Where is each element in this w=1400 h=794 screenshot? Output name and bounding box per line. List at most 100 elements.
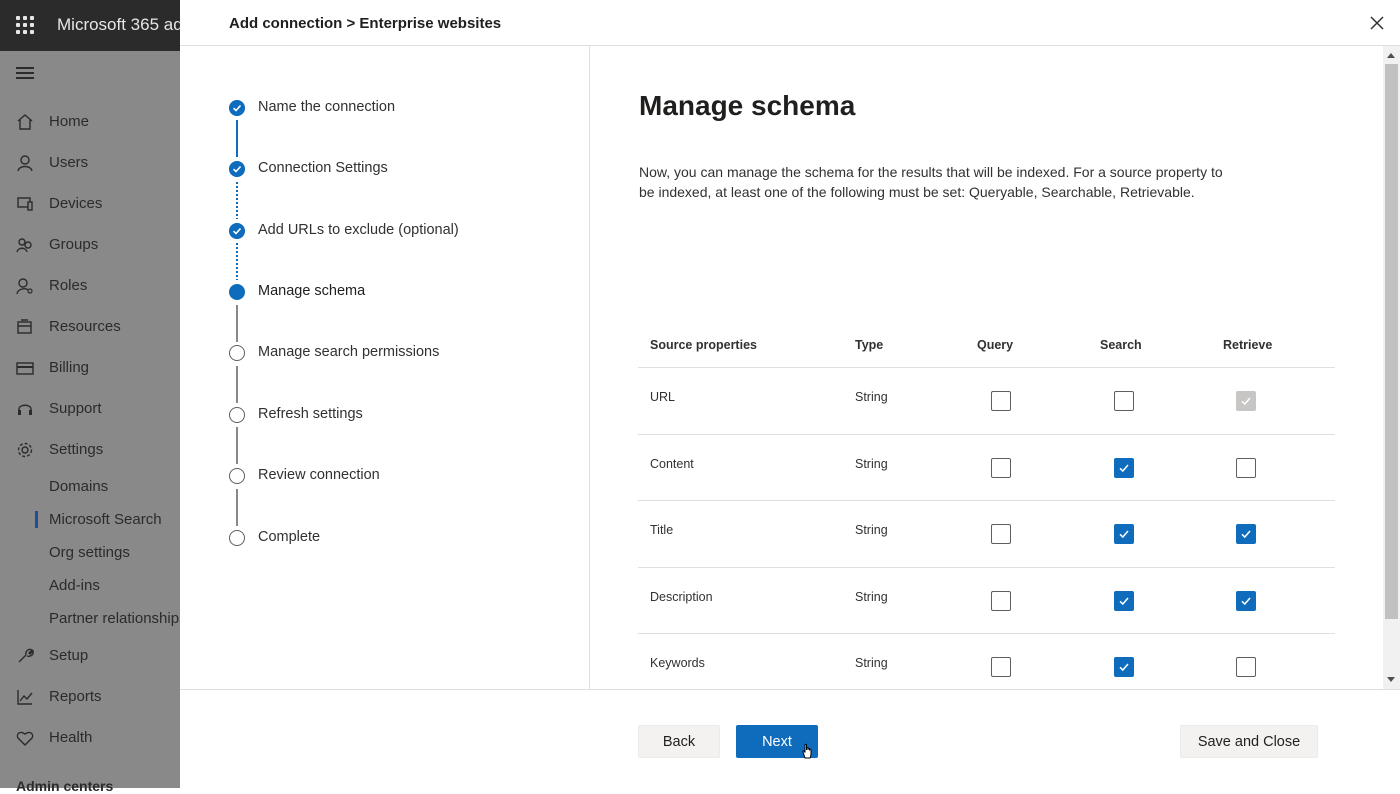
query-checkbox[interactable] [991, 457, 1011, 478]
wrench-icon [18, 648, 34, 662]
schema-table: Source properties Type Query Search Retr… [638, 326, 1335, 689]
schema-description: Now, you can manage the schema for the r… [639, 164, 1223, 200]
current-step-dot-icon [229, 284, 245, 300]
nav-item-devices[interactable]: Devices [0, 183, 180, 224]
retrieve-checkbox[interactable] [1236, 457, 1256, 478]
resources-icon [17, 318, 32, 334]
scroll-up-arrow-icon[interactable] [1387, 53, 1395, 58]
type-cell: String [855, 523, 888, 537]
table-row: Description String [638, 568, 1335, 634]
search-checkbox[interactable] [1114, 524, 1134, 544]
back-button[interactable]: Back [638, 725, 720, 758]
wizard-steps: Name the connection Connection Settings … [180, 46, 590, 689]
step-connector [236, 120, 238, 157]
nav-item-groups[interactable]: Groups [0, 224, 180, 265]
breadcrumb: Add connection > Enterprise websites [229, 15, 502, 32]
headset-icon [18, 404, 32, 415]
step-connector [236, 366, 238, 403]
step-label: Complete [258, 529, 321, 545]
nav-item-health[interactable]: Health [0, 717, 180, 758]
search-checkbox[interactable] [1114, 391, 1134, 411]
checkmark-circle-icon [229, 100, 245, 116]
nav-item-settings[interactable]: Settings [0, 429, 180, 470]
devices-icon [17, 196, 33, 211]
step-label: Name the connection [258, 99, 396, 115]
step-connector [236, 427, 238, 464]
save-and-close-button[interactable]: Save and Close [1180, 725, 1318, 758]
nav-item-roles[interactable]: Roles [0, 265, 180, 306]
groups-icon [16, 237, 32, 252]
nav-label: Groups [49, 236, 99, 253]
nav-label: Support [49, 400, 102, 417]
source-property-cell: Description [650, 589, 713, 604]
chart-icon [17, 689, 33, 705]
nav-label: Home [49, 113, 90, 130]
menu-icon[interactable] [16, 67, 34, 82]
nav-label: Microsoft Search [49, 511, 162, 528]
vertical-scrollbar[interactable] [1383, 46, 1400, 689]
nav-subitem-org-settings[interactable]: Org settings [0, 536, 180, 569]
source-property-cell: Content [650, 456, 694, 471]
nav-item-billing[interactable]: Billing [0, 347, 180, 388]
nav-subitem-partner-relationships[interactable]: Partner relationships [0, 602, 180, 635]
empty-circle-icon [229, 407, 245, 423]
nav-label: Settings [49, 441, 104, 458]
scroll-down-arrow-icon[interactable] [1387, 677, 1395, 682]
nav-item-resources[interactable]: Resources [0, 306, 180, 347]
nav-item-home[interactable]: Home [0, 101, 180, 142]
table-row: Content String [638, 435, 1335, 501]
nav-subitem-add-ins[interactable]: Add-ins [0, 569, 180, 602]
checkmark-circle-icon [229, 223, 245, 239]
user-icon [17, 154, 33, 171]
retrieve-checkbox[interactable] [1236, 590, 1256, 611]
nav-item-reports[interactable]: Reports [0, 676, 180, 717]
nav-item-users[interactable]: Users [0, 142, 180, 183]
table-row: URL String [638, 368, 1335, 435]
retrieve-checkbox[interactable] [1236, 524, 1256, 544]
nav-label: Resources [49, 318, 121, 335]
nav-list: Home Users Devices Groups Roles Resource… [0, 101, 180, 758]
billing-icon [16, 361, 34, 375]
nav-label: Billing [49, 359, 90, 376]
column-header-query: Query [977, 338, 1014, 352]
scrollbar-thumb[interactable] [1385, 64, 1398, 619]
nav-label: Domains [49, 478, 109, 495]
source-property-cell: Title [650, 523, 674, 537]
type-cell: String [855, 390, 888, 404]
retrieve-checkbox[interactable] [1236, 657, 1256, 677]
query-checkbox[interactable] [991, 391, 1011, 411]
query-checkbox[interactable] [991, 657, 1011, 677]
empty-circle-icon [229, 468, 245, 484]
step-label: Manage search permissions [258, 344, 440, 360]
nav-item-support[interactable]: Support [0, 388, 180, 429]
table-body: URL String Content String Title String Descrip… [638, 368, 1335, 689]
app-launcher-icon[interactable] [16, 16, 34, 34]
query-checkbox[interactable] [991, 524, 1011, 544]
table-header-row: Source properties Type Query Search Retr… [638, 326, 1335, 368]
nav-label: Reports [49, 688, 102, 705]
step-label: Add URLs to exclude (optional) [258, 222, 459, 238]
step-label: Review connection [258, 467, 380, 483]
roles-icon [16, 277, 33, 294]
step-connector [236, 182, 238, 219]
schema-content[interactable]: Manage schema Now, you can manage the sc… [591, 46, 1383, 689]
nav-subitem-domains[interactable]: Domains [0, 470, 180, 503]
nav-item-setup[interactable]: Setup [0, 635, 180, 676]
nav-label: Add-ins [49, 577, 100, 594]
close-icon[interactable] [1366, 12, 1388, 34]
search-checkbox[interactable] [1114, 590, 1134, 611]
column-header-search: Search [1100, 338, 1142, 352]
search-checkbox[interactable] [1114, 457, 1134, 478]
column-header-retrieve: Retrieve [1223, 338, 1273, 352]
query-checkbox[interactable] [991, 590, 1011, 611]
nav-label: Users [49, 154, 89, 171]
checkmark-circle-icon [229, 161, 245, 177]
search-checkbox[interactable] [1114, 657, 1134, 677]
step-label: Manage schema [258, 283, 366, 299]
type-cell: String [855, 656, 888, 670]
page-title: Manage schema [639, 90, 856, 121]
app-topbar: Microsoft 365 ad [0, 0, 183, 51]
nav-subitem-microsoft-search[interactable]: Microsoft Search [0, 503, 180, 536]
step-connector [236, 243, 238, 280]
home-icon [17, 113, 33, 130]
